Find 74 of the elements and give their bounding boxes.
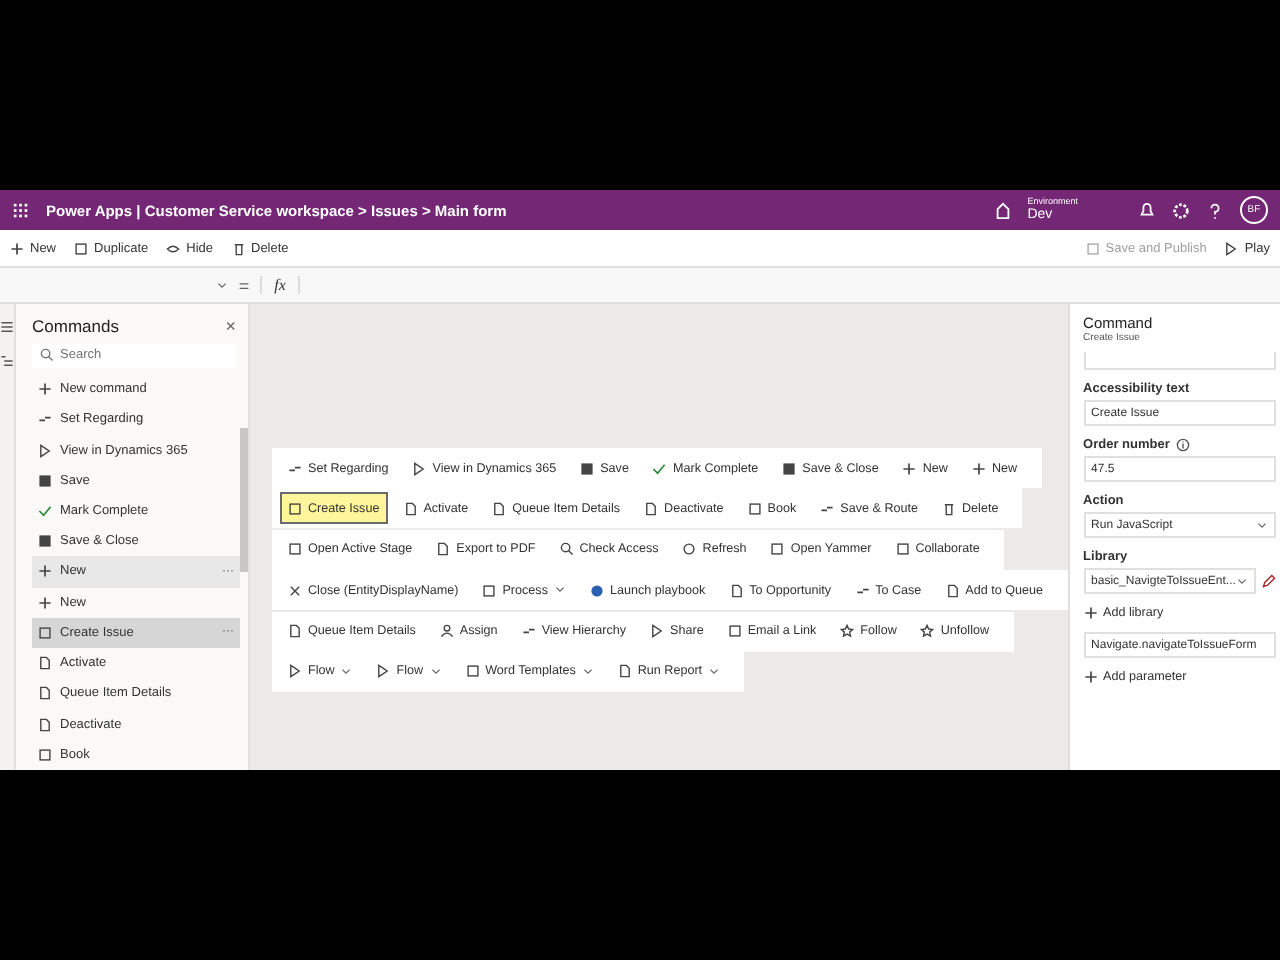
plus-icon bbox=[10, 241, 24, 255]
square-icon bbox=[38, 625, 52, 640]
save-icon bbox=[782, 461, 797, 475]
tree-view-icon[interactable] bbox=[0, 354, 14, 368]
document-icon bbox=[288, 624, 302, 639]
document-icon bbox=[729, 583, 744, 598]
triangle-icon bbox=[38, 443, 52, 458]
document-icon bbox=[945, 583, 960, 598]
search-icon bbox=[40, 348, 54, 363]
plus-icon bbox=[971, 461, 986, 475]
close-button[interactable]: × bbox=[225, 315, 236, 336]
fx-label: fx bbox=[260, 276, 300, 294]
pencil-icon[interactable] bbox=[1261, 574, 1276, 588]
document-icon bbox=[644, 501, 659, 516]
square-icon bbox=[727, 624, 742, 639]
document-icon bbox=[617, 664, 632, 679]
chevron-icon bbox=[1255, 519, 1268, 531]
save-icon bbox=[580, 461, 595, 475]
square-icon bbox=[1085, 241, 1100, 255]
equals-sign: = bbox=[236, 275, 252, 295]
star-icon bbox=[920, 624, 935, 639]
plus-icon bbox=[38, 564, 52, 579]
search-icon bbox=[559, 542, 574, 557]
chevron-icon bbox=[708, 665, 721, 678]
document-icon bbox=[436, 542, 451, 557]
info-icon[interactable] bbox=[1175, 438, 1190, 452]
square-icon bbox=[38, 747, 52, 762]
chevron-icon bbox=[1235, 575, 1248, 587]
save-icon bbox=[38, 534, 52, 549]
chevron-icon bbox=[553, 584, 566, 597]
close-icon bbox=[288, 583, 302, 598]
help-icon[interactable] bbox=[1206, 201, 1224, 219]
square-icon bbox=[895, 542, 910, 557]
plus-icon bbox=[1083, 606, 1098, 620]
document-icon bbox=[38, 717, 52, 732]
circle-icon bbox=[682, 542, 697, 557]
square-icon bbox=[74, 241, 89, 255]
square-icon bbox=[288, 501, 302, 516]
plus-icon bbox=[1083, 670, 1098, 684]
check-icon bbox=[652, 461, 667, 475]
square-icon bbox=[465, 664, 480, 679]
square-icon bbox=[482, 583, 497, 598]
document-icon bbox=[492, 501, 507, 516]
save-icon bbox=[38, 473, 52, 488]
person-icon bbox=[439, 624, 454, 639]
chevron-icon bbox=[340, 665, 353, 678]
plus-icon bbox=[38, 595, 52, 610]
settings-icon[interactable] bbox=[1172, 201, 1190, 219]
plus-icon bbox=[38, 382, 52, 397]
app-launcher-icon[interactable] bbox=[12, 201, 30, 219]
panel-title: Commands bbox=[32, 315, 119, 336]
triangle-icon bbox=[412, 461, 427, 475]
bell-icon[interactable] bbox=[1138, 201, 1156, 219]
check-icon bbox=[38, 503, 52, 518]
chevron-icon bbox=[429, 665, 442, 678]
chevron-icon bbox=[581, 665, 594, 678]
scrollbar[interactable] bbox=[240, 428, 248, 572]
square-icon bbox=[770, 542, 785, 557]
document-icon bbox=[403, 501, 418, 516]
dot-icon bbox=[589, 583, 604, 598]
square-icon bbox=[747, 501, 762, 516]
triangle-icon bbox=[288, 664, 302, 679]
trash-icon bbox=[231, 241, 245, 255]
menu-icon[interactable] bbox=[0, 320, 14, 334]
eye-icon bbox=[166, 241, 181, 255]
triangle-icon bbox=[650, 624, 665, 639]
triangle-icon bbox=[376, 664, 391, 679]
trash-icon bbox=[942, 501, 956, 516]
triangle-icon bbox=[1224, 241, 1239, 255]
square-icon bbox=[288, 542, 302, 557]
chevron-icon bbox=[216, 279, 228, 291]
star-icon bbox=[840, 624, 855, 639]
environment-icon bbox=[993, 201, 1012, 219]
plus-icon bbox=[902, 461, 917, 475]
